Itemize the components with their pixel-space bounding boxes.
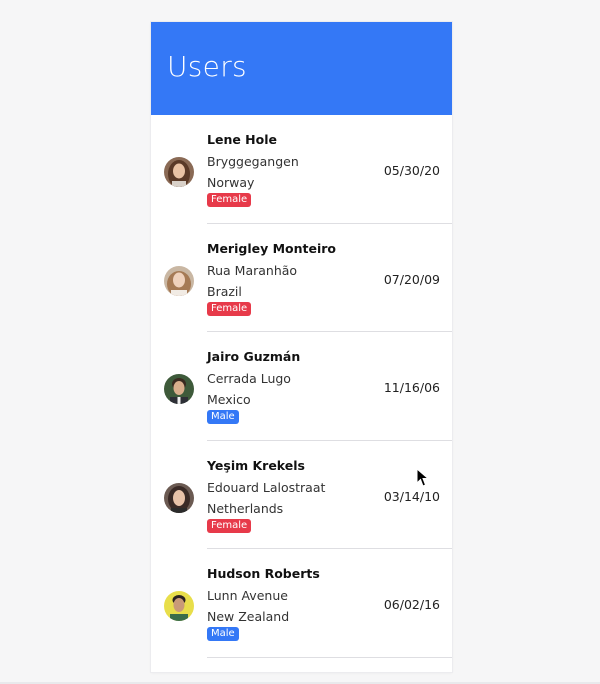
user-date: 06/02/16: [383, 597, 440, 612]
user-street: Bryggegangen: [207, 154, 299, 169]
list-item[interactable]: Hudson Roberts Lunn Avenue New Zealand M…: [151, 549, 452, 658]
gender-badge: Female: [207, 193, 252, 207]
user-street: Lunn Avenue: [207, 588, 288, 603]
users-list: Lene Hole Bryggegangen Norway Female 05/…: [151, 115, 452, 658]
list-item[interactable]: Jairo Guzmán Cerrada Lugo Mexico Male 11…: [151, 332, 452, 441]
user-date: 11/16/06: [383, 380, 440, 395]
user-name: Merigley Monteiro: [207, 240, 336, 256]
list-item[interactable]: Merigley Monteiro Rua Maranhão Brazil Fe…: [151, 224, 452, 333]
mouse-cursor-icon: [416, 468, 430, 487]
users-card: Users Lene Hole Bryggegangen Norway Fema…: [151, 22, 452, 672]
user-country: Netherlands: [207, 500, 284, 516]
avatar: [164, 482, 194, 513]
gender-badge: Male: [207, 627, 239, 641]
user-street: Edouard Lalostraat: [207, 479, 326, 495]
list-item[interactable]: Yeşim Krekels Edouard Lalostraat Netherl…: [151, 441, 452, 550]
avatar: [164, 265, 194, 296]
user-name: Hudson Roberts: [207, 566, 320, 581]
gender-badge: Male: [207, 410, 239, 424]
page-title: Users: [167, 50, 247, 83]
user-name: Jairo Guzmán: [207, 349, 301, 364]
user-name: Yeşim Krekels: [207, 457, 305, 473]
user-country: Brazil: [207, 283, 242, 299]
user-name: Lene Hole: [207, 132, 277, 147]
user-country: Norway: [207, 175, 255, 190]
list-item[interactable]: Lene Hole Bryggegangen Norway Female 05/…: [151, 115, 452, 224]
avatar: [164, 374, 194, 404]
avatar: [164, 591, 194, 621]
users-header: Users: [151, 22, 452, 115]
avatar: [164, 157, 194, 187]
user-date: 03/14/10: [383, 488, 440, 504]
user-date: 05/30/20: [383, 163, 440, 178]
user-street: Rua Maranhão: [207, 262, 298, 278]
user-street: Cerrada Lugo: [207, 371, 291, 386]
gender-badge: Female: [207, 518, 252, 533]
user-date: 07/20/09: [383, 271, 440, 287]
user-country: Mexico: [207, 392, 251, 407]
user-country: New Zealand: [207, 609, 290, 624]
gender-badge: Female: [207, 301, 252, 316]
